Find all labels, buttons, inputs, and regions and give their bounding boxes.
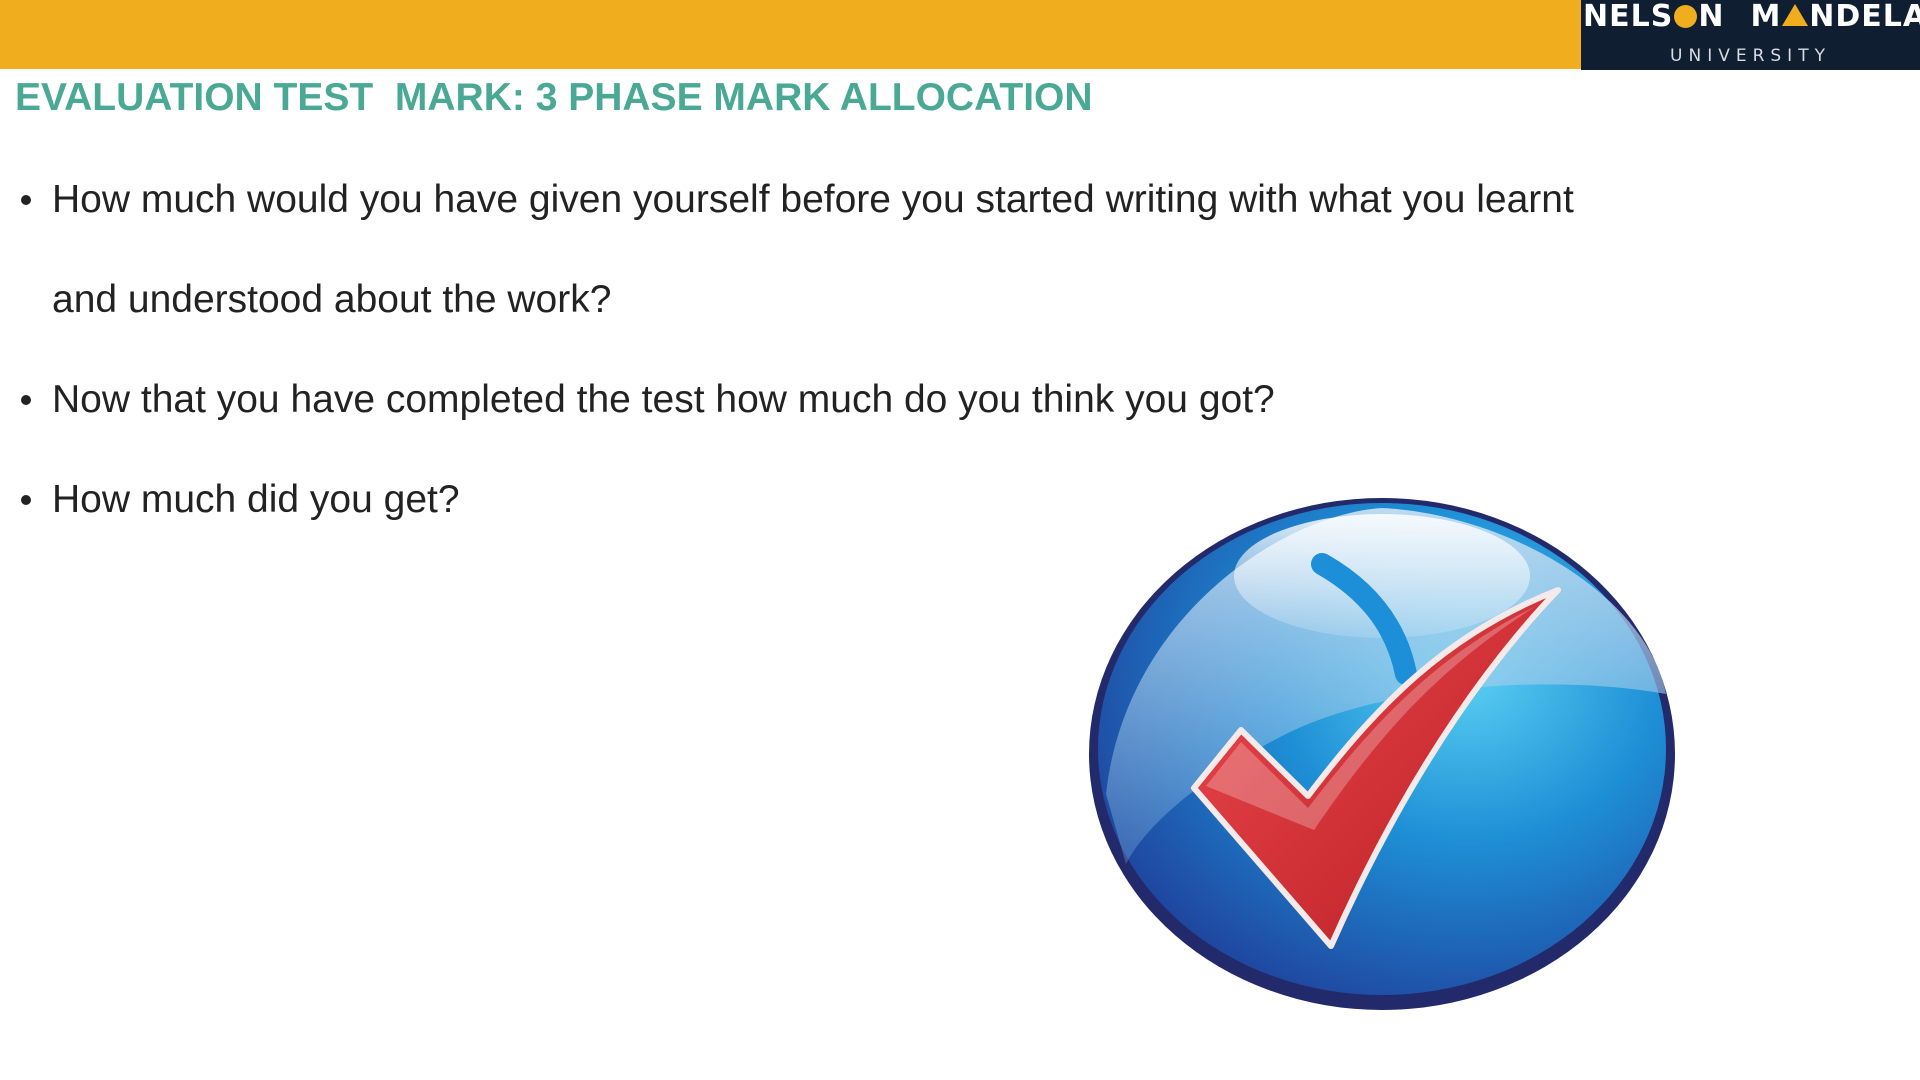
- bullet-text: How much did you get?: [52, 478, 460, 521]
- university-logo: NELS N M NDELA UNIVERSITY: [1581, 0, 1920, 70]
- logo-dot-icon: [1674, 5, 1698, 28]
- bullet-list: How much would you have given yourself b…: [0, 150, 1574, 550]
- slide-title: EVALUATION TEST MARK: 3 PHASE MARK ALLOC…: [15, 76, 1093, 119]
- checkmark-icon: [1089, 498, 1675, 1010]
- logo-triangle-icon: [1782, 4, 1809, 26]
- bullet-text: and understood about the work?: [52, 278, 612, 321]
- bullet-text: How much would you have given yourself b…: [52, 178, 1574, 221]
- logo-wordmark: NELS N M NDELA: [1583, 0, 1920, 34]
- bullet-text: Now that you have completed the test how…: [52, 378, 1275, 421]
- bullet-item: How much would you have given yourself b…: [0, 150, 1574, 350]
- bullet-item: Now that you have completed the test how…: [0, 350, 1574, 450]
- logo-subtitle: UNIVERSITY: [1670, 46, 1831, 66]
